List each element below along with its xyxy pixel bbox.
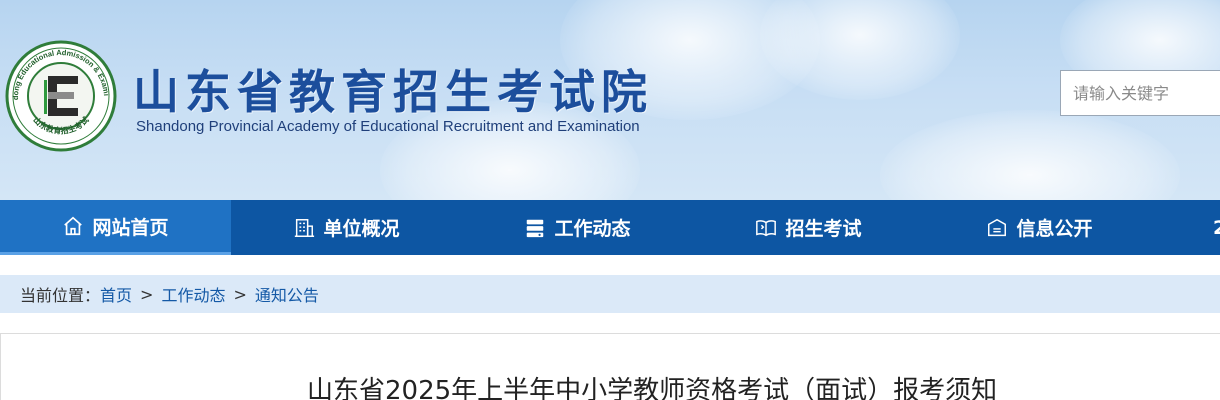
academy-logo[interactable]: Shandong Educational Admission & Examina…: [1, 33, 118, 152]
article-title: 山东省2025年上半年中小学教师资格考试（面试）报考须知: [307, 376, 998, 400]
nav-item-more[interactable]: 2: [1155, 200, 1220, 255]
nav-item-label: 2: [1213, 216, 1220, 239]
nav-item-label: 信息公开: [1016, 218, 1093, 240]
site-title-cn[interactable]: 山东省教育招生考试院: [133, 56, 653, 122]
nav-item-about[interactable]: 单位概况: [231, 200, 462, 255]
nav-item-info[interactable]: 信息公开: [924, 200, 1155, 255]
breadcrumb-separator: >: [233, 284, 247, 304]
breadcrumb-link-notices[interactable]: 通知公告: [255, 282, 319, 306]
home-icon: [64, 216, 83, 236]
nav-item-label: 招生考试: [785, 218, 862, 240]
book-icon: [756, 219, 777, 236]
nav-item-label: 单位概况: [323, 218, 400, 240]
info-icon: [988, 218, 1007, 236]
nav-item-exams[interactable]: 招生考试: [693, 200, 924, 255]
nav-item-label: 工作动态: [554, 218, 631, 240]
site-title-en: Shandong Provincial Academy of Education…: [136, 118, 640, 135]
breadcrumb-link-news[interactable]: 工作动态: [161, 282, 225, 306]
breadcrumb-prefix: 当前位置：: [20, 286, 101, 305]
search-input[interactable]: [1060, 70, 1220, 116]
nav-item-label: 网站首页: [92, 216, 169, 239]
nav-item-home[interactable]: 网站首页: [0, 200, 231, 255]
building-icon: [295, 218, 315, 237]
breadcrumb-link-home[interactable]: 首页: [100, 282, 132, 306]
breadcrumb-separator: >: [140, 284, 154, 304]
news-icon: [527, 219, 544, 237]
nav-item-news[interactable]: 工作动态: [462, 200, 693, 255]
main-nav: 网站首页 单位概况 工作动态 招生考试 信息公开 2: [0, 200, 1220, 255]
site-header: Shandong Educational Admission & Examina…: [0, 0, 1220, 200]
breadcrumb: 当前位置： 首页 > 工作动态 > 通知公告: [0, 275, 1220, 313]
article-panel: 山东省2025年上半年中小学教师资格考试（面试）报考须知: [0, 333, 1220, 400]
logo-emblem-icon: Shandong Educational Admission & Examina…: [1, 33, 117, 152]
